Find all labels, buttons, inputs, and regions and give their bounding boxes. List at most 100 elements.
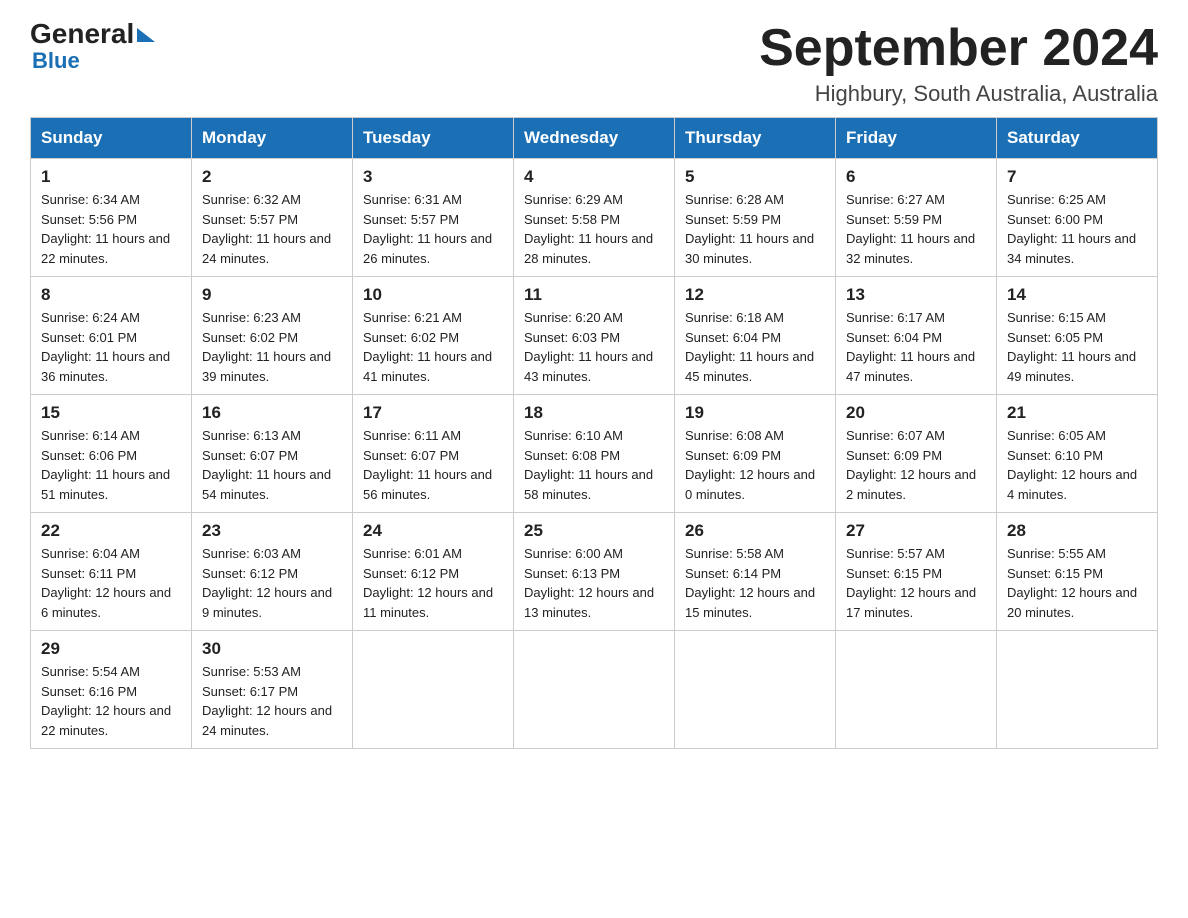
day-number: 15 <box>41 403 181 423</box>
calendar-cell: 10 Sunrise: 6:21 AM Sunset: 6:02 PM Dayl… <box>353 277 514 395</box>
calendar-week-row: 29 Sunrise: 5:54 AM Sunset: 6:16 PM Dayl… <box>31 631 1158 749</box>
calendar-cell <box>514 631 675 749</box>
calendar-header-friday: Friday <box>836 118 997 159</box>
calendar-cell <box>836 631 997 749</box>
calendar-header-sunday: Sunday <box>31 118 192 159</box>
day-number: 16 <box>202 403 342 423</box>
logo: General Blue <box>30 20 155 74</box>
day-number: 14 <box>1007 285 1147 305</box>
calendar-cell <box>997 631 1158 749</box>
calendar-table: SundayMondayTuesdayWednesdayThursdayFrid… <box>30 117 1158 749</box>
day-number: 6 <box>846 167 986 187</box>
day-number: 5 <box>685 167 825 187</box>
calendar-cell: 24 Sunrise: 6:01 AM Sunset: 6:12 PM Dayl… <box>353 513 514 631</box>
day-number: 22 <box>41 521 181 541</box>
day-number: 20 <box>846 403 986 423</box>
calendar-cell: 29 Sunrise: 5:54 AM Sunset: 6:16 PM Dayl… <box>31 631 192 749</box>
day-info: Sunrise: 6:31 AM Sunset: 5:57 PM Dayligh… <box>363 190 503 268</box>
calendar-cell: 15 Sunrise: 6:14 AM Sunset: 6:06 PM Dayl… <box>31 395 192 513</box>
day-info: Sunrise: 5:53 AM Sunset: 6:17 PM Dayligh… <box>202 662 342 740</box>
day-number: 17 <box>363 403 503 423</box>
day-info: Sunrise: 6:34 AM Sunset: 5:56 PM Dayligh… <box>41 190 181 268</box>
calendar-week-row: 1 Sunrise: 6:34 AM Sunset: 5:56 PM Dayli… <box>31 159 1158 277</box>
calendar-cell: 30 Sunrise: 5:53 AM Sunset: 6:17 PM Dayl… <box>192 631 353 749</box>
calendar-cell: 21 Sunrise: 6:05 AM Sunset: 6:10 PM Dayl… <box>997 395 1158 513</box>
calendar-cell: 23 Sunrise: 6:03 AM Sunset: 6:12 PM Dayl… <box>192 513 353 631</box>
day-info: Sunrise: 6:14 AM Sunset: 6:06 PM Dayligh… <box>41 426 181 504</box>
day-number: 26 <box>685 521 825 541</box>
calendar-cell: 6 Sunrise: 6:27 AM Sunset: 5:59 PM Dayli… <box>836 159 997 277</box>
calendar-cell: 12 Sunrise: 6:18 AM Sunset: 6:04 PM Dayl… <box>675 277 836 395</box>
calendar-cell <box>675 631 836 749</box>
day-number: 8 <box>41 285 181 305</box>
calendar-cell: 1 Sunrise: 6:34 AM Sunset: 5:56 PM Dayli… <box>31 159 192 277</box>
day-number: 13 <box>846 285 986 305</box>
day-info: Sunrise: 6:11 AM Sunset: 6:07 PM Dayligh… <box>363 426 503 504</box>
day-number: 27 <box>846 521 986 541</box>
calendar-cell: 3 Sunrise: 6:31 AM Sunset: 5:57 PM Dayli… <box>353 159 514 277</box>
day-info: Sunrise: 5:54 AM Sunset: 6:16 PM Dayligh… <box>41 662 181 740</box>
day-info: Sunrise: 6:28 AM Sunset: 5:59 PM Dayligh… <box>685 190 825 268</box>
day-number: 19 <box>685 403 825 423</box>
calendar-cell: 26 Sunrise: 5:58 AM Sunset: 6:14 PM Dayl… <box>675 513 836 631</box>
calendar-cell: 5 Sunrise: 6:28 AM Sunset: 5:59 PM Dayli… <box>675 159 836 277</box>
day-info: Sunrise: 6:24 AM Sunset: 6:01 PM Dayligh… <box>41 308 181 386</box>
logo-arrow-icon <box>137 28 155 42</box>
day-number: 29 <box>41 639 181 659</box>
calendar-header-monday: Monday <box>192 118 353 159</box>
day-number: 9 <box>202 285 342 305</box>
day-info: Sunrise: 6:08 AM Sunset: 6:09 PM Dayligh… <box>685 426 825 504</box>
calendar-header-wednesday: Wednesday <box>514 118 675 159</box>
logo-general-text: General <box>30 20 134 48</box>
calendar-cell: 13 Sunrise: 6:17 AM Sunset: 6:04 PM Dayl… <box>836 277 997 395</box>
day-info: Sunrise: 6:00 AM Sunset: 6:13 PM Dayligh… <box>524 544 664 622</box>
day-info: Sunrise: 6:32 AM Sunset: 5:57 PM Dayligh… <box>202 190 342 268</box>
day-number: 3 <box>363 167 503 187</box>
day-info: Sunrise: 6:23 AM Sunset: 6:02 PM Dayligh… <box>202 308 342 386</box>
day-info: Sunrise: 6:27 AM Sunset: 5:59 PM Dayligh… <box>846 190 986 268</box>
calendar-cell: 2 Sunrise: 6:32 AM Sunset: 5:57 PM Dayli… <box>192 159 353 277</box>
day-info: Sunrise: 6:15 AM Sunset: 6:05 PM Dayligh… <box>1007 308 1147 386</box>
day-info: Sunrise: 5:58 AM Sunset: 6:14 PM Dayligh… <box>685 544 825 622</box>
calendar-header-saturday: Saturday <box>997 118 1158 159</box>
calendar-cell: 14 Sunrise: 6:15 AM Sunset: 6:05 PM Dayl… <box>997 277 1158 395</box>
calendar-cell: 17 Sunrise: 6:11 AM Sunset: 6:07 PM Dayl… <box>353 395 514 513</box>
calendar-cell: 28 Sunrise: 5:55 AM Sunset: 6:15 PM Dayl… <box>997 513 1158 631</box>
day-number: 4 <box>524 167 664 187</box>
calendar-header-row: SundayMondayTuesdayWednesdayThursdayFrid… <box>31 118 1158 159</box>
calendar-cell: 7 Sunrise: 6:25 AM Sunset: 6:00 PM Dayli… <box>997 159 1158 277</box>
calendar-cell: 9 Sunrise: 6:23 AM Sunset: 6:02 PM Dayli… <box>192 277 353 395</box>
day-info: Sunrise: 6:18 AM Sunset: 6:04 PM Dayligh… <box>685 308 825 386</box>
calendar-cell: 20 Sunrise: 6:07 AM Sunset: 6:09 PM Dayl… <box>836 395 997 513</box>
calendar-header-tuesday: Tuesday <box>353 118 514 159</box>
month-title: September 2024 <box>759 20 1158 77</box>
calendar-cell: 4 Sunrise: 6:29 AM Sunset: 5:58 PM Dayli… <box>514 159 675 277</box>
calendar-cell: 27 Sunrise: 5:57 AM Sunset: 6:15 PM Dayl… <box>836 513 997 631</box>
calendar-cell: 8 Sunrise: 6:24 AM Sunset: 6:01 PM Dayli… <box>31 277 192 395</box>
day-number: 7 <box>1007 167 1147 187</box>
day-number: 10 <box>363 285 503 305</box>
day-info: Sunrise: 6:20 AM Sunset: 6:03 PM Dayligh… <box>524 308 664 386</box>
day-number: 30 <box>202 639 342 659</box>
day-number: 12 <box>685 285 825 305</box>
day-number: 23 <box>202 521 342 541</box>
location-subtitle: Highbury, South Australia, Australia <box>759 81 1158 107</box>
page-header: General Blue September 2024 Highbury, So… <box>30 20 1158 107</box>
title-block: September 2024 Highbury, South Australia… <box>759 20 1158 107</box>
day-number: 1 <box>41 167 181 187</box>
day-info: Sunrise: 5:57 AM Sunset: 6:15 PM Dayligh… <box>846 544 986 622</box>
day-info: Sunrise: 6:07 AM Sunset: 6:09 PM Dayligh… <box>846 426 986 504</box>
day-info: Sunrise: 6:10 AM Sunset: 6:08 PM Dayligh… <box>524 426 664 504</box>
calendar-cell: 22 Sunrise: 6:04 AM Sunset: 6:11 PM Dayl… <box>31 513 192 631</box>
day-info: Sunrise: 6:13 AM Sunset: 6:07 PM Dayligh… <box>202 426 342 504</box>
day-number: 21 <box>1007 403 1147 423</box>
calendar-cell <box>353 631 514 749</box>
calendar-week-row: 15 Sunrise: 6:14 AM Sunset: 6:06 PM Dayl… <box>31 395 1158 513</box>
calendar-cell: 16 Sunrise: 6:13 AM Sunset: 6:07 PM Dayl… <box>192 395 353 513</box>
day-info: Sunrise: 6:21 AM Sunset: 6:02 PM Dayligh… <box>363 308 503 386</box>
day-number: 28 <box>1007 521 1147 541</box>
day-number: 18 <box>524 403 664 423</box>
day-info: Sunrise: 6:03 AM Sunset: 6:12 PM Dayligh… <box>202 544 342 622</box>
day-info: Sunrise: 6:17 AM Sunset: 6:04 PM Dayligh… <box>846 308 986 386</box>
day-info: Sunrise: 6:04 AM Sunset: 6:11 PM Dayligh… <box>41 544 181 622</box>
